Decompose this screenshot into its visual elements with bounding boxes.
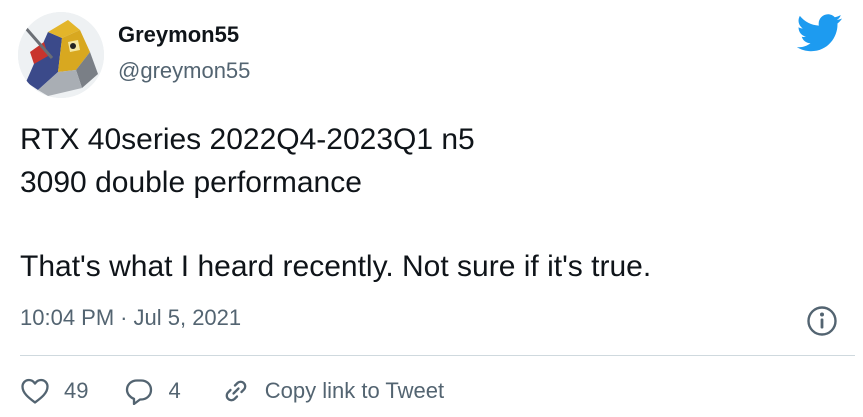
timestamp-separator: · (120, 305, 128, 330)
tweet-line: RTX 40series 2022Q4-2023Q1 n5 (20, 123, 475, 156)
tweet-body: RTX 40series 2022Q4-2023Q1 n5 3090 doubl… (20, 118, 850, 288)
copy-link-label: Copy link to Tweet (264, 378, 445, 403)
tweet-time: 10:04 PM (20, 305, 115, 330)
tweet-card: Greymon55 @greymon55 RTX 40series 2022Q4… (0, 0, 863, 417)
link-icon (225, 380, 247, 402)
divider (20, 355, 855, 356)
tweet-timestamp[interactable]: 10:04 PM · Jul 5, 2021 (20, 305, 241, 331)
tweet-line: That's what I heard recently. Not sure i… (20, 250, 652, 283)
avatar[interactable] (18, 12, 104, 98)
heart-icon (21, 378, 49, 404)
like-button[interactable]: 49 (20, 377, 88, 405)
twitter-bird-icon[interactable] (797, 14, 843, 52)
like-count: 49 (64, 378, 89, 403)
copy-link-button[interactable]: Copy link to Tweet (221, 376, 444, 406)
author-display-name[interactable]: Greymon55 (118, 22, 239, 48)
reply-bubble-icon (126, 379, 153, 405)
avatar-robot-image (18, 12, 104, 98)
author-handle[interactable]: @greymon55 (118, 58, 250, 84)
tweet-date: Jul 5, 2021 (133, 305, 242, 330)
info-icon[interactable] (806, 305, 838, 337)
tweet-actions: 49 4 Copy link to Tweet (20, 371, 444, 411)
tweet-line: 3090 double performance (20, 166, 362, 199)
reply-button[interactable]: 4 (124, 377, 181, 405)
reply-count: 4 (168, 378, 181, 403)
